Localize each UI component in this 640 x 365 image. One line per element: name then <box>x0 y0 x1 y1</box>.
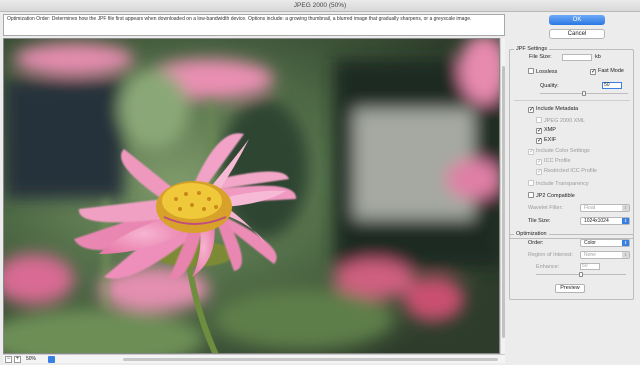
enhance-slider[interactable] <box>536 272 626 277</box>
include-color-checkbox[interactable]: ✓ Include Color Settings <box>528 148 590 155</box>
file-size-label: File Size: <box>529 54 552 60</box>
order-value: Color <box>584 240 596 246</box>
include-metadata-check-icon[interactable]: ✓ <box>528 107 534 113</box>
region-of-interest-label: Region of Interest: <box>528 252 573 258</box>
enhance-slider-knob[interactable] <box>579 272 583 277</box>
exif-checkbox[interactable]: ✓ EXIF <box>536 137 556 144</box>
include-transparency-checkbox[interactable]: Include Transparency <box>528 180 589 188</box>
xmp-label: XMP <box>544 127 556 133</box>
window-title: JPEG 2000 (50%) <box>0 0 640 12</box>
jpeg2000-xml-checkbox[interactable]: JPEG 2000 XML <box>536 117 585 125</box>
fast-mode-label: Fast Mode <box>598 68 624 74</box>
restricted-icc-check-icon[interactable]: ✓ <box>536 169 542 175</box>
include-transparency-label: Include Transparency <box>536 181 589 187</box>
ok-button[interactable]: OK <box>549 15 605 25</box>
divider <box>514 100 630 101</box>
lossless-check-icon[interactable] <box>528 68 534 74</box>
preview-panel: Optimization Order: Determines how the J… <box>3 14 505 363</box>
file-size-unit: kb <box>595 54 601 60</box>
zoom-out-button[interactable]: − <box>5 356 12 363</box>
zoom-dropdown-icon[interactable] <box>48 356 55 363</box>
quality-slider[interactable] <box>540 91 628 96</box>
fast-mode-checkbox[interactable]: ✓ Fast Mode <box>590 68 624 75</box>
flower-photo-icon <box>4 39 499 353</box>
jp2-compatible-label: JP2 Compatible <box>536 193 575 199</box>
jpf-settings-group: JPF Settings File Size: kb Lossless ✓ Fas… <box>509 46 634 239</box>
jpeg2000-xml-label: JPEG 2000 XML <box>544 118 585 124</box>
wavelet-filter-label: Wavelet Filter: <box>528 205 563 211</box>
jpeg2000-xml-check-icon[interactable] <box>536 117 542 123</box>
quality-label: Quality: <box>540 83 559 89</box>
preview-button[interactable]: Preview <box>555 284 585 293</box>
image-preview[interactable] <box>3 38 500 354</box>
include-metadata-label: Include Metadata <box>536 106 579 112</box>
region-of-interest-value: None <box>584 252 596 258</box>
chevron-updown-icon: ⇕ <box>622 240 629 246</box>
icc-profile-check-icon[interactable]: ✓ <box>536 159 542 165</box>
tile-size-select[interactable]: 1024x1024 ⇕ <box>580 217 630 225</box>
wavelet-filter-select[interactable]: Float ⇕ <box>580 204 630 212</box>
icc-profile-checkbox[interactable]: ✓ ICC Profile <box>536 158 571 165</box>
wavelet-filter-value: Float <box>584 205 596 211</box>
restricted-icc-label: Restricted ICC Profile <box>544 168 597 174</box>
lossless-label: Lossless <box>536 69 558 75</box>
chevron-updown-icon: ⇕ <box>622 205 629 211</box>
exif-label: EXIF <box>544 137 557 143</box>
icc-profile-label: ICC Profile <box>544 158 571 164</box>
xmp-check-icon[interactable]: ✓ <box>536 128 542 134</box>
jp2-compatible-check-icon[interactable] <box>528 192 534 198</box>
xmp-checkbox[interactable]: ✓ XMP <box>536 127 556 134</box>
quality-slider-knob[interactable] <box>582 91 586 96</box>
enhance-label: Enhance: <box>536 264 560 270</box>
include-metadata-checkbox[interactable]: ✓ Include Metadata <box>528 106 578 113</box>
tile-size-label: Tile Size: <box>528 218 551 224</box>
preview-bottom-bar: − + 50% <box>3 354 505 363</box>
horizontal-scrollbar[interactable] <box>123 358 498 361</box>
vertical-scrollbar[interactable] <box>500 38 505 354</box>
chevron-updown-icon: ⇕ <box>622 252 629 258</box>
vertical-scroll-thumb[interactable] <box>502 66 505 338</box>
file-size-input[interactable] <box>562 54 592 61</box>
enhance-input[interactable]: 50 <box>580 263 600 270</box>
optimization-legend: Optimization <box>514 231 549 238</box>
lossless-checkbox[interactable]: Lossless <box>528 68 557 76</box>
cancel-button[interactable]: Cancel <box>549 29 605 39</box>
include-transparency-check-icon[interactable] <box>528 180 534 186</box>
include-color-label: Include Color Settings <box>536 148 590 154</box>
chevron-updown-icon: ⇕ <box>622 218 629 224</box>
region-of-interest-select[interactable]: None ⇕ <box>580 251 630 259</box>
quality-input[interactable]: 50 <box>602 82 622 89</box>
fast-mode-check-icon[interactable]: ✓ <box>590 69 596 75</box>
restricted-icc-checkbox[interactable]: ✓ Restricted ICC Profile <box>536 168 597 175</box>
exif-check-icon[interactable]: ✓ <box>536 138 542 144</box>
tile-size-value: 1024x1024 <box>584 218 609 224</box>
zoom-in-button[interactable]: + <box>14 356 21 363</box>
jpf-settings-legend: JPF Settings <box>514 46 550 53</box>
order-select[interactable]: Color ⇕ <box>580 239 630 247</box>
order-label: Order: <box>528 240 544 246</box>
include-color-check-icon[interactable]: ✓ <box>528 149 534 155</box>
settings-panel: OK Cancel JPF Settings File Size: kb Los… <box>506 12 640 365</box>
jp2-compatible-checkbox[interactable]: JP2 Compatible <box>528 192 575 200</box>
hint-text: Optimization Order: Determines how the J… <box>3 14 505 36</box>
